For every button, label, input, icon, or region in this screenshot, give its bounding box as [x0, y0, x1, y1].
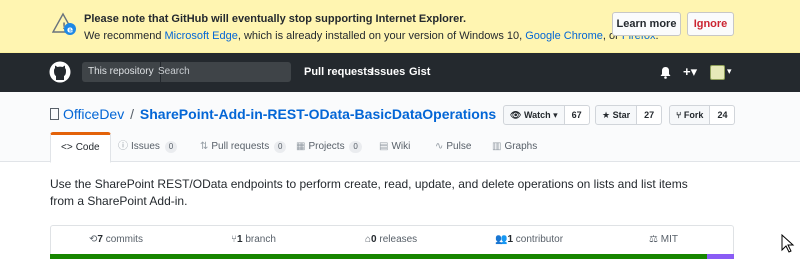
- banner-recommendation: We recommend Microsoft Edge, which is al…: [84, 30, 659, 42]
- language-bar[interactable]: [50, 254, 734, 259]
- repo-description: Use the SharePoint REST/OData endpoints …: [50, 177, 688, 208]
- repo-owner-link[interactable]: OfficeDev: [63, 106, 124, 122]
- user-avatar[interactable]: [710, 65, 725, 80]
- tab-code[interactable]: <> Code: [50, 132, 111, 163]
- tab-issues[interactable]: ⓘ Issues 0: [108, 132, 187, 163]
- microsoft-edge-link[interactable]: Microsoft Edge: [165, 30, 238, 42]
- tab-label: Projects: [308, 141, 345, 152]
- watch-count[interactable]: 67: [564, 105, 590, 125]
- banner-text: , which is already installed on your ver…: [237, 30, 526, 42]
- star-group: ★ Star 27: [595, 105, 663, 125]
- nav-gist[interactable]: Gist: [409, 66, 430, 78]
- star-label: Star: [612, 110, 631, 120]
- fork-icon: ⑂: [676, 110, 682, 120]
- graph-icon: ▥: [492, 141, 502, 152]
- banner-text: We recommend: [84, 30, 165, 42]
- repo-path-separator: /: [130, 106, 134, 122]
- issue-icon: ⓘ: [118, 141, 128, 152]
- ignore-button[interactable]: Ignore: [687, 12, 734, 36]
- tab-label: Pulse: [446, 141, 472, 152]
- pull-requests-counter: 0: [273, 141, 287, 153]
- learn-more-button[interactable]: Learn more: [612, 12, 681, 36]
- eye-icon: 👁: [510, 110, 522, 120]
- google-chrome-link[interactable]: Google Chrome: [525, 30, 603, 42]
- tab-label: Pull requests: [211, 141, 270, 152]
- repo-icon: [50, 108, 59, 120]
- site-header: This repository Search Pull requests Iss…: [0, 53, 800, 92]
- search-input[interactable]: Search: [158, 62, 190, 82]
- github-logo-icon[interactable]: [49, 61, 71, 83]
- svg-text:e: e: [67, 26, 73, 36]
- commits-link[interactable]: ⟲7 commits: [89, 226, 143, 255]
- repo-title: OfficeDev / SharePoint-Add-in-REST-OData…: [50, 106, 496, 122]
- issues-counter: 0: [164, 141, 178, 153]
- people-icon: 👥: [495, 234, 508, 245]
- contributor-label: contributor: [513, 234, 564, 245]
- license-name: MIT: [660, 234, 678, 245]
- language-segment-1[interactable]: [706, 254, 734, 259]
- code-icon: <>: [61, 142, 73, 153]
- license-link[interactable]: ⚖ MIT: [649, 226, 678, 255]
- banner-notice: Please note that GitHub will eventually …: [84, 13, 467, 25]
- search-scope-label: This repository: [82, 62, 161, 82]
- star-button[interactable]: ★ Star: [595, 105, 638, 125]
- repo-summary: ⟲7 commits ⑂1 branch ⌂0 releases 👥1 cont…: [50, 225, 734, 254]
- releases-label: releases: [376, 234, 418, 245]
- tab-projects[interactable]: ▦ Projects 0: [286, 132, 372, 163]
- branch-label: branch: [242, 234, 276, 245]
- create-new-plus-icon[interactable]: +▾: [683, 64, 697, 80]
- tab-pull-requests[interactable]: ⇅ Pull requests 0: [190, 132, 296, 163]
- tab-label: Code: [75, 142, 100, 153]
- watch-label: Watch ▾: [523, 110, 558, 120]
- projects-counter: 0: [349, 141, 362, 153]
- contributors-link[interactable]: 👥1 contributor: [495, 226, 563, 255]
- ie-warning-banner: ! e Please note that GitHub will eventua…: [0, 0, 800, 53]
- mouse-cursor-icon: [781, 234, 795, 253]
- tab-pulse[interactable]: ∿ Pulse: [425, 132, 481, 163]
- wiki-icon: ▤: [379, 141, 389, 152]
- notifications-bell-icon[interactable]: [660, 66, 671, 79]
- star-count[interactable]: 27: [637, 105, 663, 125]
- pull-request-icon: ⇅: [200, 141, 209, 152]
- tab-label: Graphs: [504, 141, 538, 152]
- pulse-icon: ∿: [435, 141, 444, 152]
- releases-link[interactable]: ⌂0 releases: [365, 226, 417, 255]
- star-icon: ★: [602, 110, 611, 120]
- branches-link[interactable]: ⑂1 branch: [231, 226, 276, 255]
- tab-label: Wiki: [391, 141, 411, 152]
- watch-button[interactable]: 👁 Watch ▾: [503, 105, 565, 125]
- fork-button[interactable]: ⑂ Fork: [669, 105, 711, 125]
- avatar-caret-icon[interactable]: ▾: [727, 66, 732, 77]
- tab-graphs[interactable]: ▥ Graphs: [482, 132, 547, 163]
- warning-ie-icon: ! e: [52, 12, 76, 36]
- repo-name-link[interactable]: SharePoint-Add-in-REST-OData-BasicDataOp…: [140, 106, 496, 122]
- nav-issues[interactable]: Issues: [371, 66, 405, 78]
- nav-pull-requests[interactable]: Pull requests: [304, 66, 373, 78]
- watch-group: 👁 Watch ▾ 67: [503, 105, 590, 125]
- project-icon: ▦: [296, 141, 306, 152]
- fork-count[interactable]: 24: [710, 105, 736, 125]
- law-icon: ⚖: [649, 234, 658, 245]
- tab-wiki[interactable]: ▤ Wiki: [369, 132, 420, 163]
- tab-label: Issues: [131, 141, 160, 152]
- fork-group: ⑂ Fork 24: [669, 105, 736, 125]
- fork-label: Fork: [683, 110, 704, 120]
- language-segment-0[interactable]: [50, 254, 707, 259]
- commits-label: commits: [102, 234, 143, 245]
- repo-header: OfficeDev / SharePoint-Add-in-REST-OData…: [0, 92, 800, 163]
- search-box[interactable]: This repository Search: [82, 62, 291, 82]
